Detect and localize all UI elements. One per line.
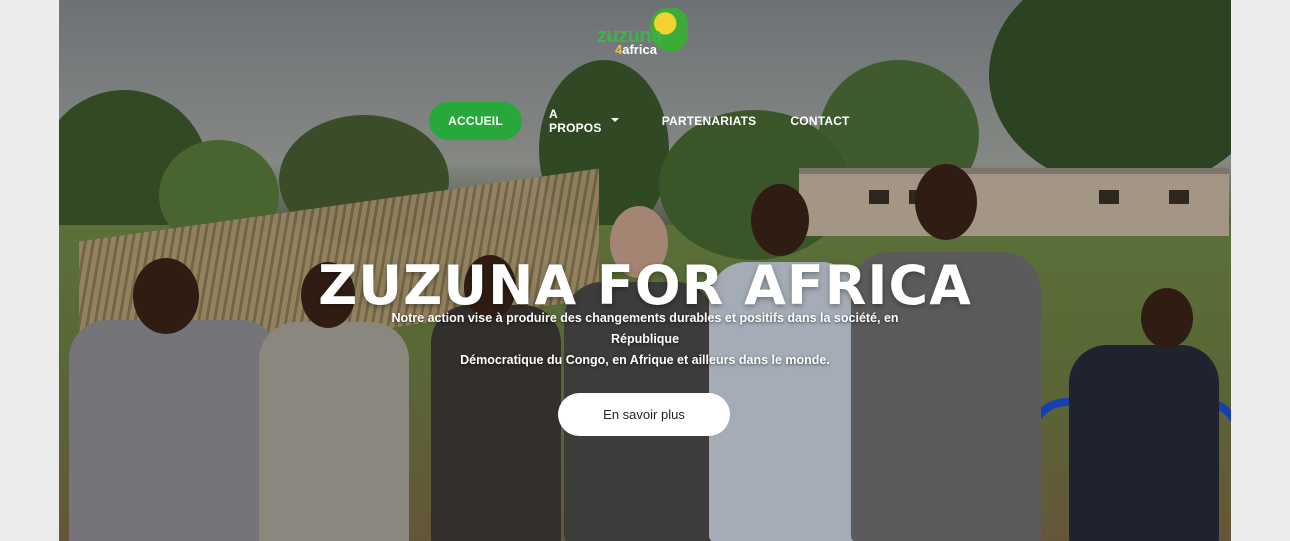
hero-description: Notre action vise à produire des changem… bbox=[369, 308, 921, 371]
learn-more-button[interactable]: En savoir plus bbox=[558, 393, 730, 436]
page-margin-left bbox=[0, 0, 59, 541]
nav-item-contact[interactable]: CONTACT bbox=[790, 102, 849, 140]
logo-tagline: 4africa bbox=[615, 42, 657, 57]
logo-africa: africa bbox=[622, 42, 657, 57]
nav-item-label: A PROPOS bbox=[549, 107, 602, 135]
page-margin-right bbox=[1231, 0, 1290, 541]
nav-item-accueil[interactable]: ACCUEIL bbox=[429, 102, 522, 140]
site-logo[interactable]: zuzuna 4africa bbox=[597, 6, 697, 58]
hero-description-line: Démocratique du Congo, en Afrique et ail… bbox=[460, 353, 830, 367]
hero-section: zuzuna 4africa ACCUEIL A PROPOS PARTENAR… bbox=[59, 0, 1231, 541]
hero-description-line: Notre action vise à produire des changem… bbox=[391, 311, 899, 346]
caret-down-icon bbox=[611, 118, 619, 122]
main-navigation: ACCUEIL A PROPOS PARTENARIATS CONTACT bbox=[429, 101, 849, 141]
nav-item-a-propos[interactable]: A PROPOS bbox=[549, 102, 619, 140]
nav-item-partenariats[interactable]: PARTENARIATS bbox=[662, 102, 756, 140]
